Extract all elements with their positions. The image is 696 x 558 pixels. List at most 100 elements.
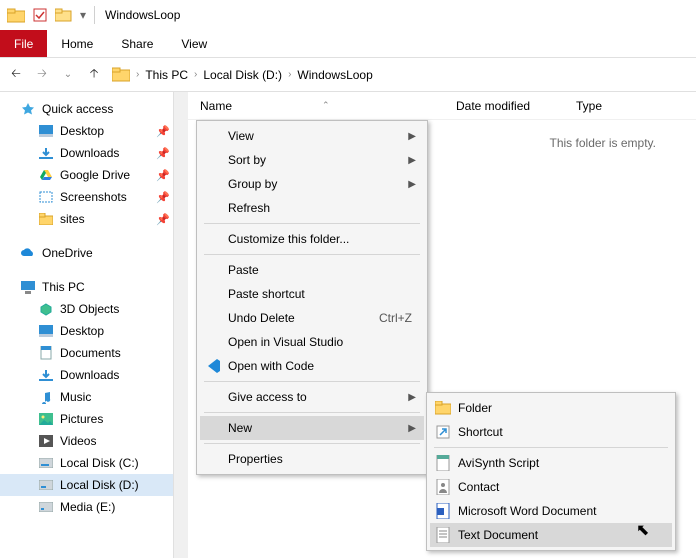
menu-paste: Paste bbox=[200, 258, 424, 282]
desktop-icon bbox=[38, 323, 54, 339]
vscode-icon bbox=[204, 357, 222, 375]
pin-icon: 📌 bbox=[156, 169, 170, 182]
pc-icon bbox=[20, 279, 36, 295]
folder-icon bbox=[434, 399, 452, 417]
col-type[interactable]: Type bbox=[564, 99, 614, 113]
desktop-icon bbox=[38, 123, 54, 139]
contact-icon bbox=[434, 478, 452, 496]
downloads-icon bbox=[38, 145, 54, 161]
properties-qat-icon[interactable] bbox=[30, 5, 50, 25]
sidebar-item-desktop[interactable]: Desktop📌 bbox=[0, 120, 188, 142]
chevron-right-icon: ▶ bbox=[408, 155, 416, 166]
newmenu-text[interactable]: Text Document bbox=[430, 523, 672, 547]
crumb-thispc[interactable]: This PC bbox=[145, 68, 188, 82]
gdrive-icon bbox=[38, 167, 54, 183]
drive-icon bbox=[38, 455, 54, 471]
videos-icon bbox=[38, 433, 54, 449]
pin-icon: 📌 bbox=[156, 191, 170, 204]
sidebar-item-desktop2[interactable]: Desktop bbox=[0, 320, 188, 342]
context-menu: View▶ Sort by▶ Group by▶ Refresh Customi… bbox=[196, 120, 428, 475]
sidebar-item-localdisk-d[interactable]: Local Disk (D:) bbox=[0, 474, 188, 496]
menu-new[interactable]: New▶ bbox=[200, 416, 424, 440]
context-submenu-new: Folder Shortcut AviSynth Script Contact … bbox=[426, 392, 676, 551]
chevron-right-icon[interactable]: › bbox=[194, 69, 197, 80]
newmenu-shortcut[interactable]: Shortcut bbox=[430, 420, 672, 444]
titlebar-separator bbox=[94, 6, 95, 24]
menu-group-by[interactable]: Group by▶ bbox=[200, 172, 424, 196]
sidebar-item-sites[interactable]: sites📌 bbox=[0, 208, 188, 230]
recent-dropdown[interactable]: ⌄ bbox=[60, 67, 76, 83]
sidebar-item-3dobjects[interactable]: 3D Objects bbox=[0, 298, 188, 320]
forward-button[interactable]: 🡢 bbox=[34, 67, 50, 83]
pin-icon: 📌 bbox=[156, 213, 170, 226]
documents-icon bbox=[38, 345, 54, 361]
chevron-right-icon[interactable]: › bbox=[136, 69, 139, 80]
sidebar-quick-access[interactable]: Quick access bbox=[0, 98, 188, 120]
sidebar-item-documents[interactable]: Documents bbox=[0, 342, 188, 364]
newmenu-contact[interactable]: Contact bbox=[430, 475, 672, 499]
sidebar-item-google-drive[interactable]: Google Drive📌 bbox=[0, 164, 188, 186]
pin-icon: 📌 bbox=[156, 147, 170, 160]
shortcut-text: Ctrl+Z bbox=[379, 311, 412, 325]
crumb-drive[interactable]: Local Disk (D:) bbox=[203, 68, 282, 82]
sidebar-label: Quick access bbox=[42, 102, 113, 116]
chevron-right-icon: ▶ bbox=[408, 423, 416, 434]
word-icon bbox=[434, 502, 452, 520]
tab-view[interactable]: View bbox=[167, 30, 221, 57]
chevron-right-icon: ▶ bbox=[408, 131, 416, 142]
new-folder-qat-icon[interactable] bbox=[54, 5, 74, 25]
text-icon bbox=[434, 526, 452, 544]
tab-home[interactable]: Home bbox=[47, 30, 107, 57]
column-headers: Name⌃ Date modified Type bbox=[188, 92, 696, 120]
newmenu-folder[interactable]: Folder bbox=[430, 396, 672, 420]
sidebar-item-downloads2[interactable]: Downloads bbox=[0, 364, 188, 386]
sidebar-item-music[interactable]: Music bbox=[0, 386, 188, 408]
pin-icon: 📌 bbox=[156, 125, 170, 138]
menu-properties[interactable]: Properties bbox=[200, 447, 424, 471]
downloads-icon bbox=[38, 367, 54, 383]
nav-bar: 🡠 🡢 ⌄ 🡡 › This PC › Local Disk (D:) › Wi… bbox=[0, 58, 696, 92]
newmenu-word[interactable]: Microsoft Word Document bbox=[430, 499, 672, 523]
sidebar-item-localdisk-c[interactable]: Local Disk (C:) bbox=[0, 452, 188, 474]
menu-undo-delete[interactable]: Undo DeleteCtrl+Z bbox=[200, 306, 424, 330]
chevron-right-icon: ▶ bbox=[408, 392, 416, 403]
menu-open-visual-studio[interactable]: Open in Visual Studio bbox=[200, 330, 424, 354]
menu-customize-folder[interactable]: Customize this folder... bbox=[200, 227, 424, 251]
sidebar-item-pictures[interactable]: Pictures bbox=[0, 408, 188, 430]
back-button[interactable]: 🡠 bbox=[8, 67, 24, 83]
tab-file[interactable]: File bbox=[0, 30, 47, 57]
tab-file-label: File bbox=[14, 37, 33, 51]
menu-paste-shortcut: Paste shortcut bbox=[200, 282, 424, 306]
menu-give-access-to[interactable]: Give access to▶ bbox=[200, 385, 424, 409]
chevron-right-icon: ▶ bbox=[408, 179, 416, 190]
nav-pane[interactable]: Quick access Desktop📌 Downloads📌 Google … bbox=[0, 92, 188, 558]
pictures-icon bbox=[38, 411, 54, 427]
menu-refresh[interactable]: Refresh bbox=[200, 196, 424, 220]
drive-icon bbox=[38, 499, 54, 515]
sidebar-thispc[interactable]: This PC bbox=[0, 276, 188, 298]
tab-share[interactable]: Share bbox=[107, 30, 167, 57]
menu-open-with-code[interactable]: Open with Code bbox=[200, 354, 424, 378]
folder-icon bbox=[38, 211, 54, 227]
sidebar-item-screenshots[interactable]: Screenshots📌 bbox=[0, 186, 188, 208]
address-bar[interactable]: › This PC › Local Disk (D:) › WindowsLoo… bbox=[112, 66, 688, 84]
newmenu-avisynth[interactable]: AviSynth Script bbox=[430, 451, 672, 475]
sidebar-item-downloads[interactable]: Downloads📌 bbox=[0, 142, 188, 164]
menu-sort-by[interactable]: Sort by▶ bbox=[200, 148, 424, 172]
col-name[interactable]: Name⌃ bbox=[188, 99, 444, 113]
cloud-icon bbox=[20, 245, 36, 261]
sidebar-onedrive[interactable]: OneDrive bbox=[0, 242, 188, 264]
menu-view[interactable]: View▶ bbox=[200, 124, 424, 148]
shortcut-icon bbox=[434, 423, 452, 441]
drive-icon bbox=[38, 477, 54, 493]
qat-dropdown-icon[interactable]: ▾ bbox=[78, 5, 88, 25]
empty-folder-text: This folder is empty. bbox=[550, 136, 656, 150]
folder-icon bbox=[6, 5, 26, 25]
sidebar-item-videos[interactable]: Videos bbox=[0, 430, 188, 452]
sort-indicator-icon: ⌃ bbox=[322, 100, 330, 111]
up-button[interactable]: 🡡 bbox=[86, 67, 102, 83]
sidebar-item-media-e[interactable]: Media (E:) bbox=[0, 496, 188, 518]
chevron-right-icon[interactable]: › bbox=[288, 69, 291, 80]
crumb-folder[interactable]: WindowsLoop bbox=[297, 68, 372, 82]
col-date[interactable]: Date modified bbox=[444, 99, 564, 113]
